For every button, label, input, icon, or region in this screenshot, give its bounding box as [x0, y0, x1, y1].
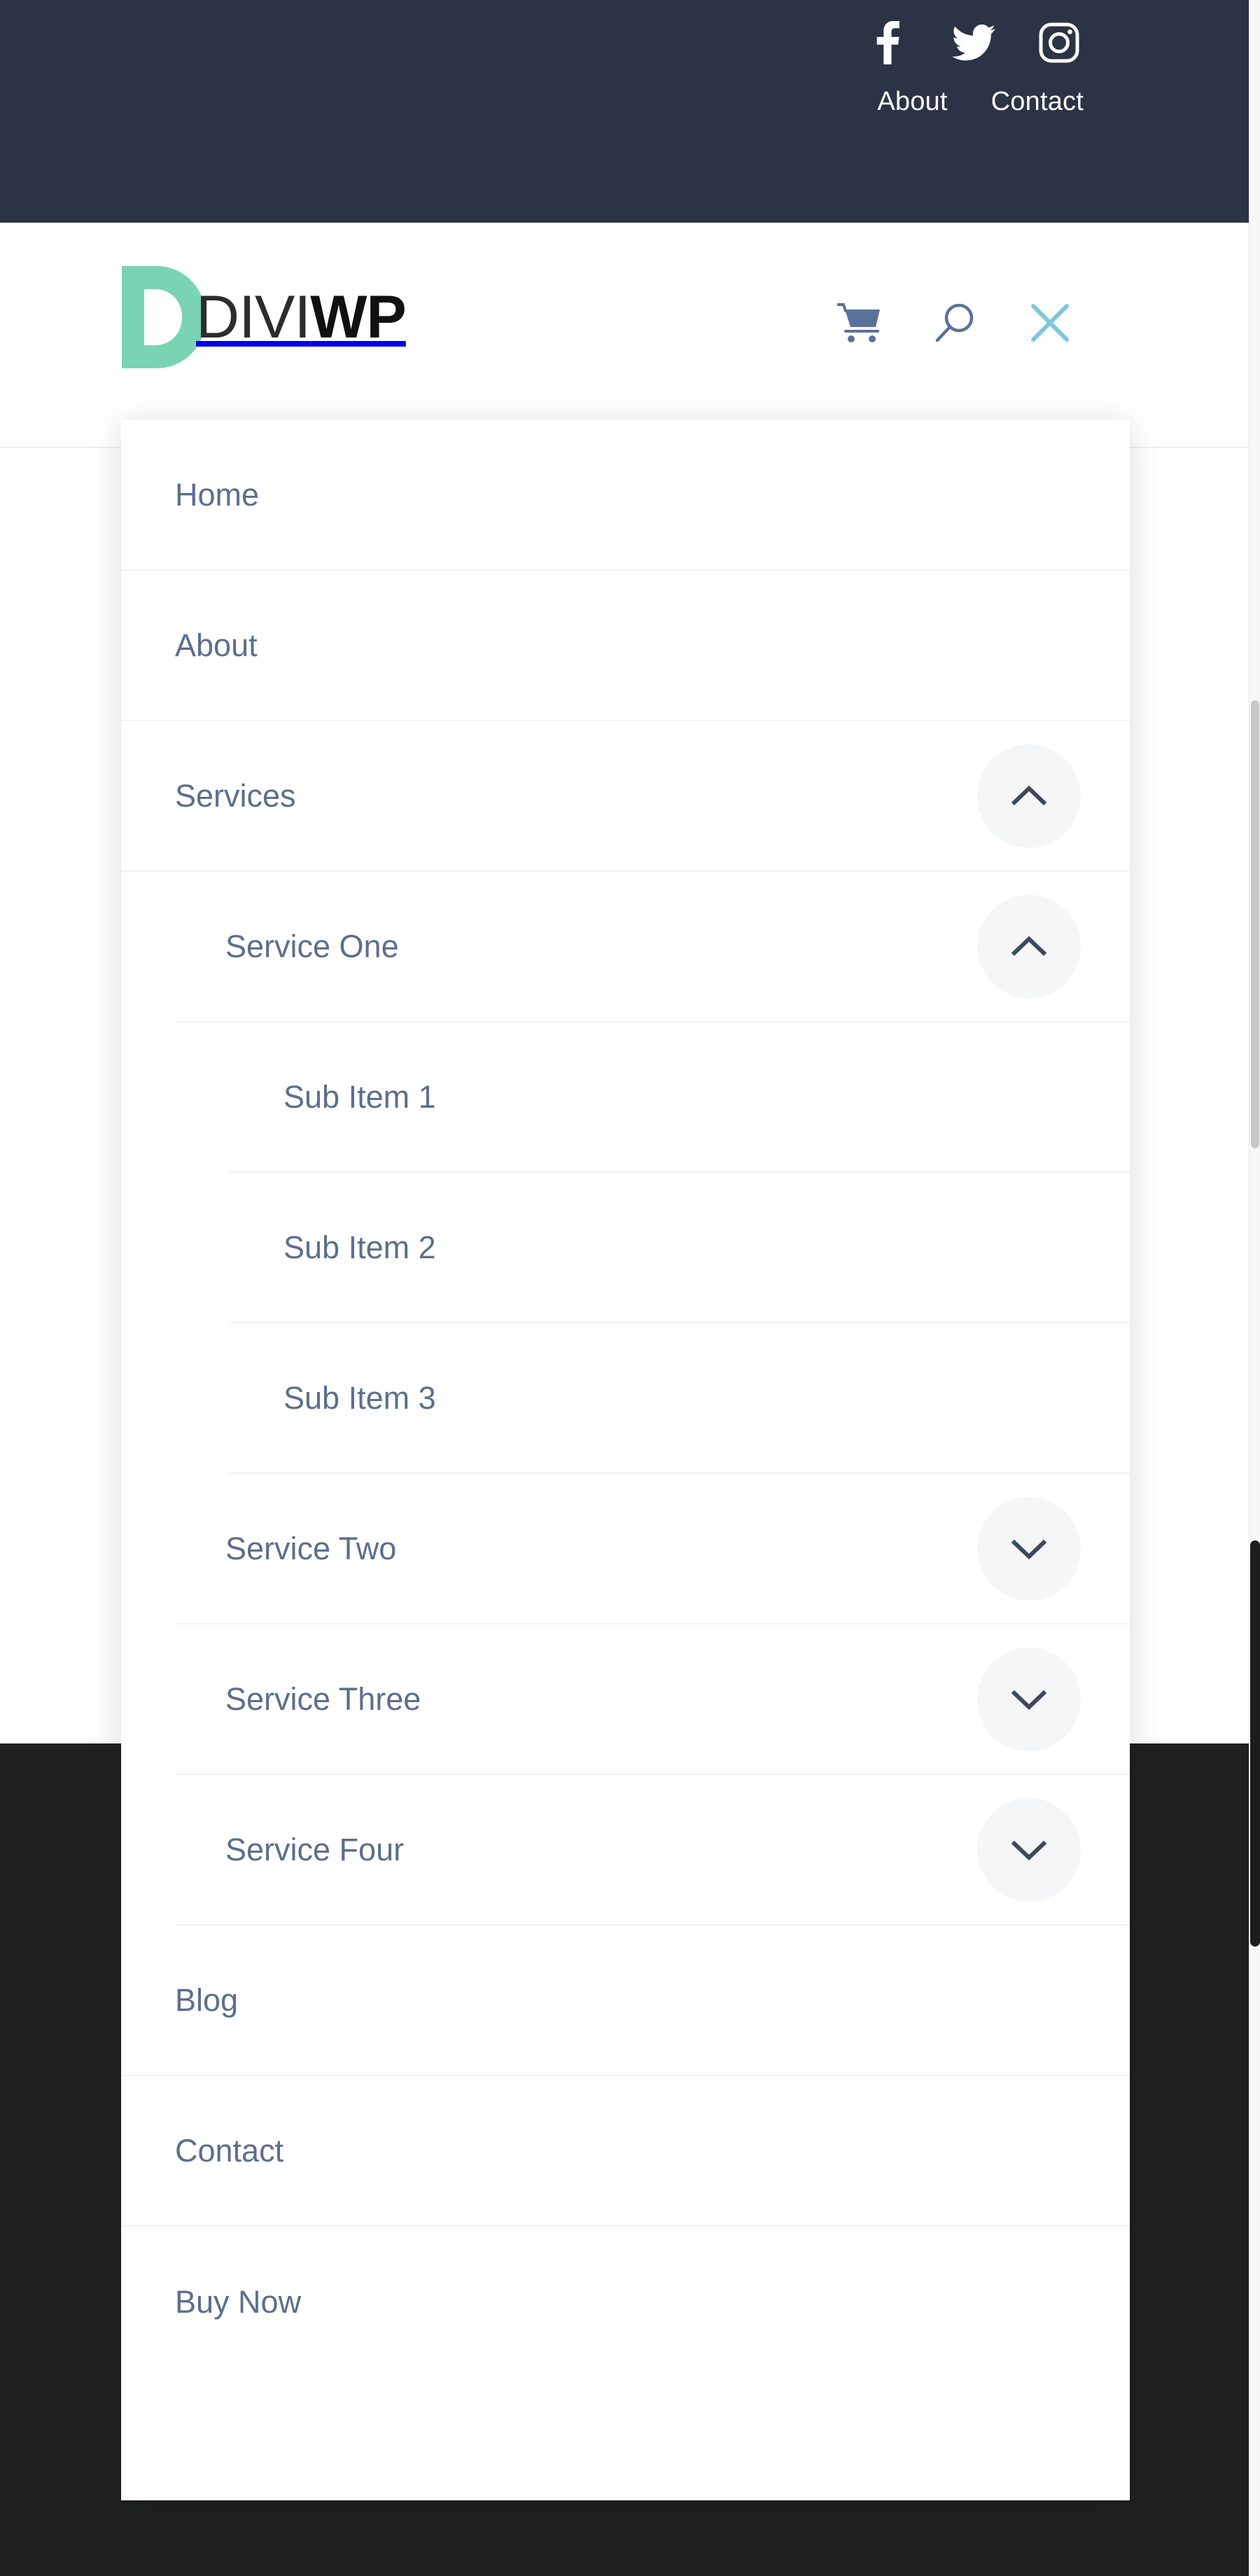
menu-item-blog[interactable]: Blog	[121, 1926, 1130, 2076]
chevron-up-icon[interactable]	[977, 894, 1081, 998]
menu-item-services[interactable]: Services	[121, 721, 1130, 872]
menu-item-sub-item-2[interactable]: Sub Item 2	[230, 1173, 1130, 1323]
logo-wordmark: DIVIWP	[196, 287, 407, 347]
menu-item-about[interactable]: About	[121, 571, 1130, 721]
menu-item-label: Service Two	[225, 1531, 397, 1566]
menu-item-label: Sub Item 2	[284, 1230, 436, 1265]
menu-item-label: Home	[175, 477, 260, 513]
chevron-down-icon[interactable]	[977, 1647, 1081, 1751]
twitter-icon[interactable]	[952, 20, 995, 66]
top-link-contact[interactable]: Contact	[991, 88, 1084, 115]
logo-text-divi: DIVI	[196, 284, 311, 351]
site-logo[interactable]: DIVIWP	[118, 266, 407, 368]
chevron-up-icon[interactable]	[977, 744, 1081, 848]
page-root: About Contact DIVIWP Home About Services…	[0, 0, 1260, 2576]
facebook-icon[interactable]	[867, 20, 910, 66]
menu-item-label: Sub Item 3	[284, 1380, 436, 1416]
page-scrollbar[interactable]	[1249, 0, 1260, 2576]
header-icon-group	[837, 301, 1071, 344]
menu-list: Home About Services Service One Sub Item 1 Su…	[121, 420, 1130, 2377]
menu-item-service-one[interactable]: Service One	[175, 872, 1130, 1022]
menu-item-label: Service One	[225, 928, 399, 964]
top-link-about[interactable]: About	[877, 88, 947, 115]
menu-item-label: Services	[175, 778, 296, 814]
top-utility-bar-inner: About Contact	[867, 0, 1084, 223]
search-icon[interactable]	[935, 302, 974, 343]
menu-item-sub-item-1[interactable]: Sub Item 1	[230, 1022, 1130, 1173]
cart-icon[interactable]	[837, 301, 881, 344]
menu-item-label: Service Three	[225, 1681, 421, 1717]
menu-scrollbar-thumb[interactable]	[1250, 1540, 1260, 1947]
top-utility-bar: About Contact	[0, 0, 1260, 223]
menu-item-service-three[interactable]: Service Three	[175, 1624, 1130, 1775]
site-header: DIVIWP	[0, 223, 1249, 448]
menu-item-label: Sub Item 1	[284, 1079, 436, 1115]
menu-item-sub-item-3[interactable]: Sub Item 3	[230, 1323, 1130, 1474]
instagram-icon[interactable]	[1037, 20, 1081, 66]
menu-item-home[interactable]: Home	[121, 420, 1130, 571]
menu-item-label: Service Four	[225, 1832, 405, 1867]
logo-text-wp: WP	[310, 284, 407, 351]
menu-item-label: Blog	[175, 1982, 239, 2018]
menu-item-label: Buy Now	[175, 2284, 302, 2320]
top-nav-links: About Contact	[877, 88, 1084, 115]
mobile-menu-panel: Home About Services Service One Sub Item 1 Su…	[121, 420, 1130, 2500]
menu-item-label: Contact	[175, 2133, 284, 2168]
page-scrollbar-thumb[interactable]	[1251, 700, 1259, 1148]
menu-item-label: About	[175, 627, 258, 663]
close-icon[interactable]	[1029, 302, 1071, 344]
menu-item-buy-now[interactable]: Buy Now	[121, 2227, 1130, 2377]
menu-item-service-four[interactable]: Service Four	[175, 1775, 1130, 1926]
logo-d-mark	[122, 266, 206, 368]
menu-item-service-two[interactable]: Service Two	[175, 1474, 1130, 1624]
menu-item-contact[interactable]: Contact	[121, 2076, 1130, 2227]
chevron-down-icon[interactable]	[977, 1797, 1081, 1902]
social-links	[867, 20, 1081, 66]
chevron-down-icon[interactable]	[977, 1496, 1081, 1601]
